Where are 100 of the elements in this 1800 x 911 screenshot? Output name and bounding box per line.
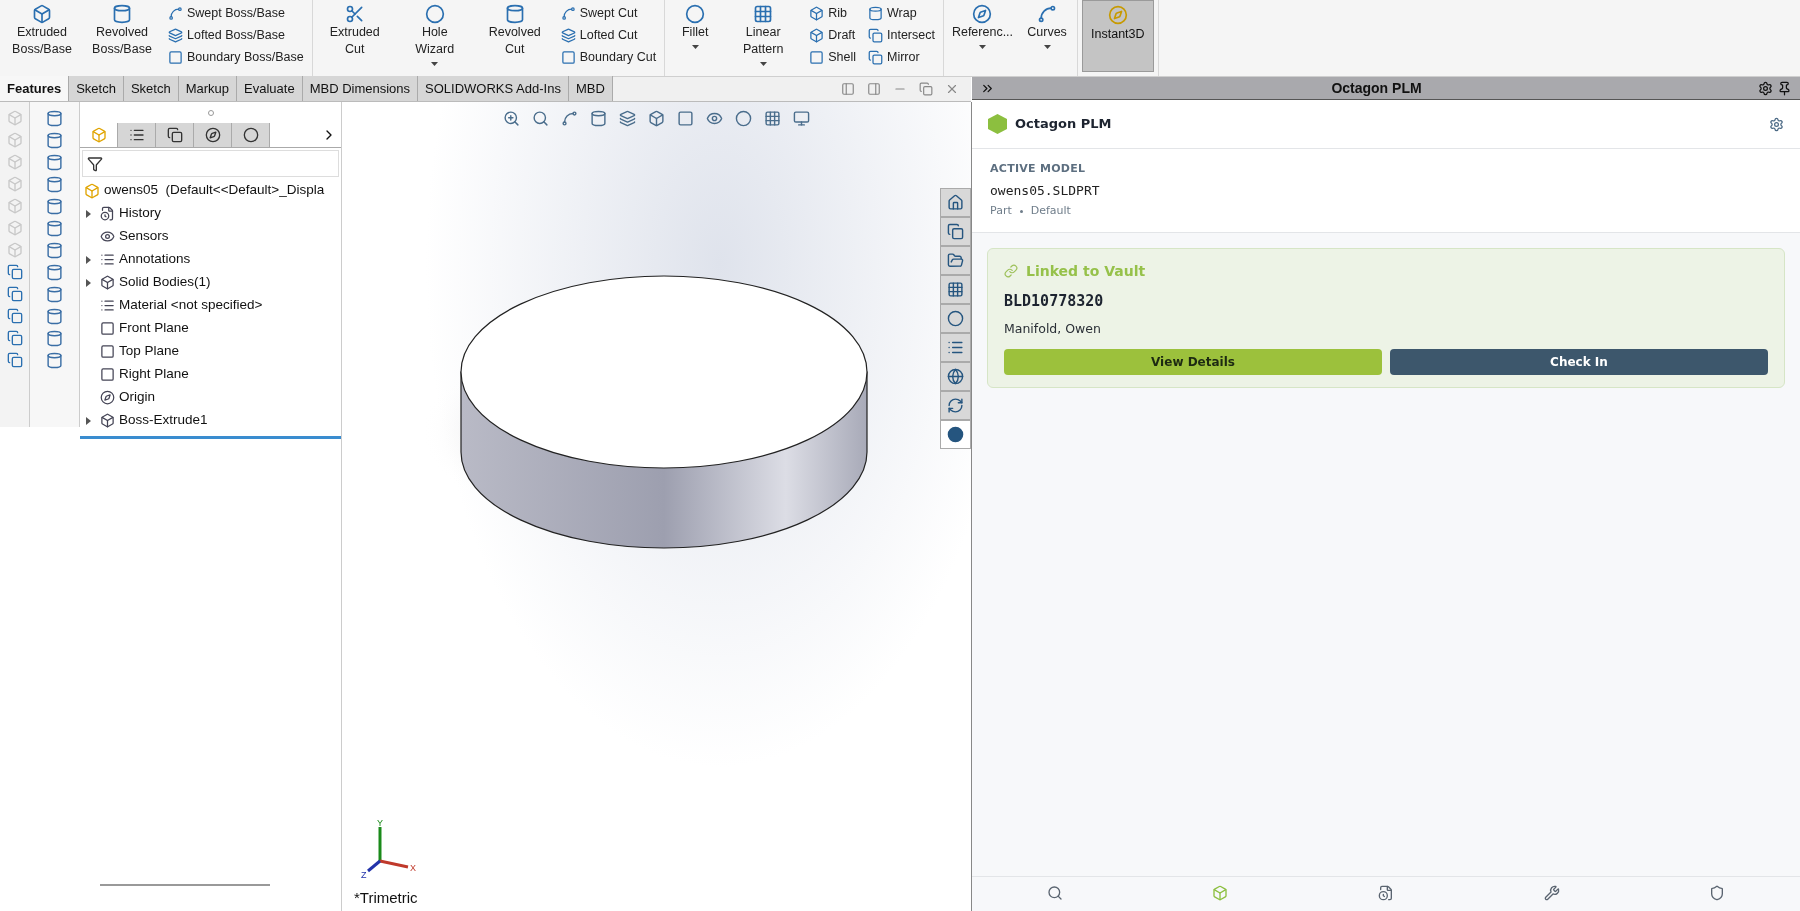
filter-field[interactable]: [82, 150, 339, 177]
expand-arrow-icon[interactable]: [86, 255, 91, 264]
settings-icon[interactable]: [1769, 116, 1784, 132]
ribbon-button[interactable]: Intersect: [864, 26, 939, 45]
panel-tab[interactable]: [232, 123, 270, 147]
view-tool-icon[interactable]: [764, 110, 781, 127]
panel-right-icon[interactable]: [867, 82, 881, 96]
scrollbar-thumb[interactable]: [100, 884, 270, 886]
ribbon-button[interactable]: Boundary Cut: [556, 48, 661, 67]
command-tab[interactable]: Evaluate: [237, 76, 303, 101]
expand-arrow-icon[interactable]: [86, 278, 91, 287]
view-tool-icon[interactable]: [561, 110, 578, 127]
tree-item[interactable]: Solid Bodies(1): [119, 272, 211, 293]
settings-icon[interactable]: [1758, 80, 1773, 96]
command-tab[interactable]: Features: [0, 76, 70, 101]
view-tool-icon[interactable]: [706, 110, 723, 127]
shortcut-icon[interactable]: [46, 132, 63, 149]
shortcut-icon[interactable]: [46, 110, 63, 127]
ribbon-button[interactable]: Swept Boss/Base: [164, 4, 308, 23]
ribbon-button[interactable]: Lofted Boss/Base: [164, 26, 308, 45]
shortcut-icon[interactable]: [46, 308, 63, 325]
tree-item[interactable]: Top Plane: [119, 341, 180, 362]
tree-item[interactable]: Origin: [119, 387, 155, 408]
close-icon[interactable]: [945, 82, 959, 96]
tree-item[interactable]: History: [119, 203, 161, 224]
ribbon-button[interactable]: Swept Cut: [556, 4, 661, 23]
shortcut-icon[interactable]: [46, 220, 63, 237]
ribbon-button[interactable]: Shell: [805, 48, 860, 67]
command-tab[interactable]: MBD Dimensions: [302, 76, 419, 101]
tree-item[interactable]: Right Plane: [119, 364, 189, 385]
view-tool-icon[interactable]: [648, 110, 665, 127]
command-tab[interactable]: Sketch: [69, 76, 124, 101]
ribbon-button[interactable]: Boundary Boss/Base: [164, 48, 308, 67]
ribbon-button[interactable]: Linear Pattern: [725, 4, 802, 66]
panel-tab[interactable]: [118, 123, 156, 147]
task-pane-tab[interactable]: [940, 246, 971, 275]
shortcut-icon[interactable]: [46, 176, 63, 193]
command-tab[interactable]: Sketch: [123, 76, 179, 101]
instant3d-button[interactable]: Instant3D: [1082, 0, 1154, 72]
shortcut-icon[interactable]: [46, 330, 63, 347]
task-pane-tab[interactable]: [940, 420, 971, 449]
nav-tab-icon[interactable]: [1378, 885, 1394, 901]
ribbon-button[interactable]: Referenc...: [947, 4, 1018, 49]
ribbon-button[interactable]: Extruded Boss/Base: [4, 4, 80, 58]
ribbon-button[interactable]: Hole Wizard: [396, 4, 473, 66]
ribbon-button[interactable]: Extruded Cut: [316, 4, 393, 58]
window-icon[interactable]: [6, 308, 23, 324]
view-tool-icon[interactable]: [677, 110, 694, 127]
view-tool-icon[interactable]: [503, 110, 520, 127]
ribbon-button[interactable]: Revolved Cut: [476, 4, 553, 58]
restore-icon[interactable]: [919, 82, 933, 96]
view-details-button[interactable]: View Details: [1004, 348, 1382, 375]
view-tool-icon[interactable]: [532, 110, 549, 127]
panel-left-icon[interactable]: [841, 82, 855, 96]
window-icon[interactable]: [6, 286, 23, 302]
shortcut-icon[interactable]: [46, 198, 63, 215]
shortcut-icon[interactable]: [46, 154, 63, 171]
view-tool-icon[interactable]: [590, 110, 607, 127]
panel-tab[interactable]: [156, 123, 194, 147]
tree-root[interactable]: owens05 (Default<<Default>_Displa: [104, 180, 325, 201]
tree-item[interactable]: Sensors: [119, 226, 169, 247]
task-pane-tab[interactable]: [940, 391, 971, 420]
panel-tab[interactable]: [194, 123, 232, 147]
ribbon-button[interactable]: Rib: [805, 4, 860, 23]
task-pane-tab[interactable]: [940, 362, 971, 391]
task-pane-tab[interactable]: [940, 217, 971, 246]
ribbon-button[interactable]: Lofted Cut: [556, 26, 661, 45]
check-in-button[interactable]: Check In: [1390, 348, 1768, 375]
command-tab[interactable]: SOLIDWORKS Add-Ins: [418, 76, 569, 101]
window-icon[interactable]: [6, 352, 23, 368]
tree-item[interactable]: Boss-Extrude1: [119, 410, 208, 431]
nav-tab-icon[interactable]: [1543, 885, 1560, 901]
view-tool-icon[interactable]: [735, 110, 752, 127]
nav-tab-icon[interactable]: [1046, 885, 1063, 901]
window-icon[interactable]: [6, 330, 23, 346]
task-pane-tab[interactable]: [940, 188, 971, 217]
ribbon-button[interactable]: Fillet: [669, 4, 722, 49]
command-tab[interactable]: Markup: [178, 76, 238, 101]
shortcut-icon[interactable]: [46, 352, 63, 369]
task-pane-tab[interactable]: [940, 275, 971, 304]
view-tool-icon[interactable]: [793, 110, 810, 127]
task-pane-tab[interactable]: [940, 304, 971, 333]
expand-arrow-icon[interactable]: [86, 209, 91, 218]
pin-icon[interactable]: [1777, 80, 1792, 96]
tree-item[interactable]: Material <not specified>: [119, 295, 263, 316]
ribbon-button[interactable]: Curves: [1021, 4, 1074, 49]
nav-tab-icon[interactable]: [1709, 885, 1726, 901]
tree-item[interactable]: Annotations: [119, 249, 191, 270]
window-icon[interactable]: [6, 264, 23, 280]
shortcut-icon[interactable]: [46, 242, 63, 259]
ribbon-button[interactable]: Draft: [805, 26, 860, 45]
task-pane-tab[interactable]: [940, 333, 971, 362]
shortcut-icon[interactable]: [46, 264, 63, 281]
tree-item[interactable]: Front Plane: [119, 318, 189, 339]
expand-arrow-icon[interactable]: [86, 416, 91, 425]
shortcut-icon[interactable]: [46, 286, 63, 303]
ribbon-button[interactable]: Wrap: [864, 4, 939, 23]
ribbon-button[interactable]: Mirror: [864, 48, 939, 67]
command-tab[interactable]: MBD: [568, 76, 613, 101]
ribbon-button[interactable]: Revolved Boss/Base: [84, 4, 160, 58]
